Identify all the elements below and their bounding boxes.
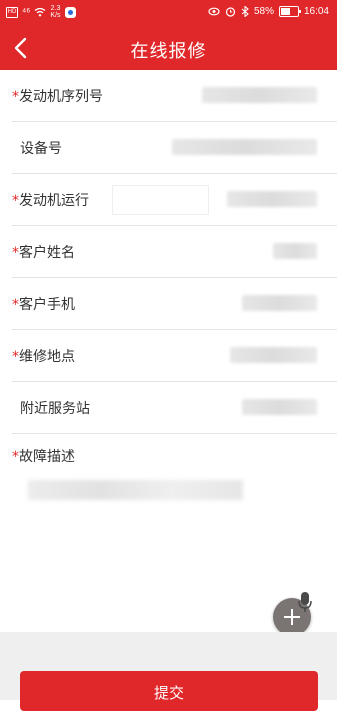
field-label: *客户姓名 (12, 242, 75, 262)
network-speed: 2.3 K/s (50, 5, 60, 19)
required-mark: * (12, 193, 19, 209)
description-label: *故障描述 (12, 446, 75, 466)
field-label-text: 客户手机 (19, 297, 75, 313)
engine-runtime-input[interactable] (112, 185, 209, 215)
repair-location-input[interactable] (230, 347, 317, 363)
field-label-text: 客户姓名 (19, 245, 75, 261)
speed-unit: K/s (50, 12, 61, 19)
field-label-text: 发动机运行 (19, 193, 89, 209)
field-device-number[interactable]: 设备号 (12, 122, 337, 174)
field-label-text: 发动机序列号 (19, 89, 103, 105)
speed-value: 2.3 (50, 5, 61, 12)
battery-fill (280, 8, 291, 15)
description-label-text: 故障描述 (19, 449, 75, 465)
clock: 16:04 (303, 6, 329, 17)
eye-icon (208, 7, 220, 16)
battery-percent: 58% (253, 6, 274, 17)
field-repair-location[interactable]: *维修地点 (12, 330, 337, 382)
app-bar: 在线报修 (0, 26, 337, 70)
app-notification-icon (64, 6, 76, 18)
field-label: *发动机序列号 (12, 86, 103, 106)
field-customer-name[interactable]: *客户姓名 (12, 226, 337, 278)
wifi-icon (35, 7, 46, 17)
required-mark: * (12, 349, 19, 365)
engine-runtime-value (227, 191, 317, 207)
field-label: 附近服务站 (20, 401, 90, 417)
required-mark: * (12, 449, 19, 465)
device-number-input[interactable] (172, 139, 317, 155)
hd-badge: HD (6, 6, 18, 18)
signal-icon: ⁴⁶ (22, 6, 31, 18)
customer-phone-input[interactable] (242, 295, 317, 311)
plus-icon-vertical (291, 609, 293, 625)
field-label: *发动机运行 (12, 190, 89, 210)
alarm-icon (225, 7, 236, 17)
field-label: 设备号 (20, 141, 62, 157)
description-textarea[interactable] (28, 480, 243, 500)
required-mark: * (12, 89, 19, 105)
status-right: 58% 16:04 (208, 6, 329, 17)
engine-serial-input[interactable] (202, 87, 317, 103)
field-nearby-station[interactable]: 附近服务站 (12, 382, 337, 434)
field-customer-phone[interactable]: *客户手机 (12, 278, 337, 330)
page-title: 在线报修 (130, 41, 207, 62)
field-engine-runtime[interactable]: *发动机运行 (12, 174, 337, 226)
required-mark: * (12, 297, 19, 313)
required-mark: * (12, 245, 19, 261)
field-label: *维修地点 (12, 346, 75, 366)
microphone-icon[interactable] (297, 591, 313, 613)
field-label: *客户手机 (12, 294, 75, 314)
field-label-text: 维修地点 (19, 349, 75, 365)
customer-name-input[interactable] (273, 243, 317, 259)
field-engine-serial[interactable]: *发动机序列号 (12, 70, 337, 122)
status-bar: HD ⁴⁶ 2.3 K/s 58% 16:04 (0, 0, 337, 26)
repair-form: *发动机序列号 设备号 *发动机运行 *客户姓名 *客户手机 *维修地点 附近服… (0, 70, 337, 434)
nearby-station-input[interactable] (242, 399, 317, 415)
battery-icon (278, 6, 301, 17)
status-left: HD ⁴⁶ 2.3 K/s (6, 5, 76, 19)
bluetooth-icon (241, 6, 249, 17)
submit-button[interactable]: 提交 (20, 671, 318, 711)
